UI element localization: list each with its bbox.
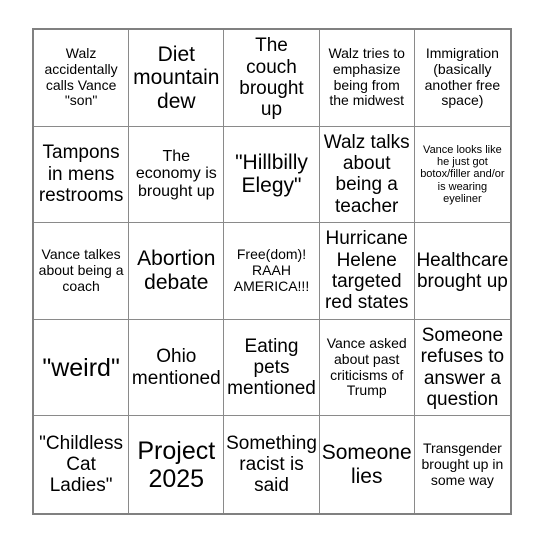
bingo-cell-r3-c2[interactable]: Abortion debate <box>129 223 225 320</box>
bingo-cell-r3-c4[interactable]: Hurricane Helene targeted red states <box>319 223 415 320</box>
bingo-cell-r4-c4[interactable]: Vance asked about past criticisms of Tru… <box>319 319 415 417</box>
bingo-cell-r5-c5[interactable]: Transgender brought up in some way <box>414 416 510 513</box>
bingo-cell-r3-c5[interactable]: Healthcare brought up <box>414 223 510 320</box>
bingo-cell-r2-c1[interactable]: Tampons in mens restrooms <box>34 126 130 224</box>
bingo-cell-r4-c3[interactable]: Eating pets mentioned <box>224 319 320 417</box>
bingo-cell-r1-c3[interactable]: The couch brought up <box>224 30 320 127</box>
bingo-cell-r5-c3[interactable]: Something racist is said <box>224 416 320 513</box>
bingo-cell-r2-c5[interactable]: Vance looks like he just got botox/fille… <box>414 126 510 224</box>
bingo-card: Walz accidentally calls Vance "son" Diet … <box>32 28 512 515</box>
bingo-cell-r5-c4[interactable]: Someone lies <box>319 416 415 513</box>
bingo-cell-r4-c2[interactable]: Ohio mentioned <box>129 319 225 417</box>
bingo-cell-r1-c4[interactable]: Walz tries to emphasize being from the m… <box>319 30 415 127</box>
bingo-cell-r4-c1[interactable]: "weird" <box>34 319 130 417</box>
bingo-cell-r2-c2[interactable]: The economy is brought up <box>129 126 225 224</box>
bingo-cell-r5-c1[interactable]: "Childless Cat Ladies" <box>34 416 130 513</box>
bingo-cell-r5-c2[interactable]: Project 2025 <box>129 416 225 513</box>
bingo-cell-r1-c2[interactable]: Diet mountain dew <box>129 30 225 127</box>
bingo-cell-r1-c1[interactable]: Walz accidentally calls Vance "son" <box>34 30 130 127</box>
bingo-cell-r2-c4[interactable]: Walz talks about being a teacher <box>319 126 415 224</box>
bingo-cell-r1-c5[interactable]: Immigration (basically another free spac… <box>414 30 510 127</box>
bingo-cell-r2-c3[interactable]: "Hillbilly Elegy" <box>224 126 320 224</box>
bingo-cell-r3-c3[interactable]: Free(dom)! RAAH AMERICA!!! <box>224 223 320 320</box>
bingo-cell-r3-c1[interactable]: Vance talkes about being a coach <box>34 223 130 320</box>
bingo-cell-r4-c5[interactable]: Someone refuses to answer a question <box>414 319 510 417</box>
